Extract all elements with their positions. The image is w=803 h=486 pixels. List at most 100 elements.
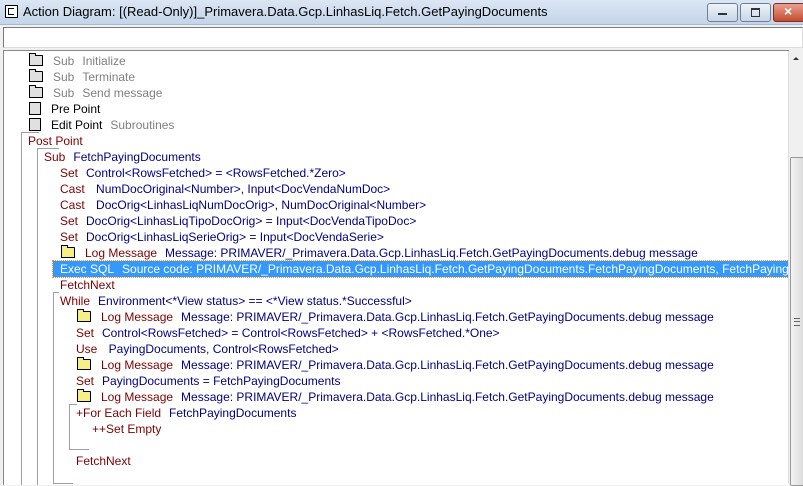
statement-keyword: Set — [60, 230, 79, 244]
tree-row[interactable]: Log Message Message: PRIMAVER/_Primavera.… — [77, 389, 714, 405]
statement-keyword: Sub — [53, 54, 75, 68]
statement-arguments: Subroutines — [110, 118, 175, 132]
grip-icon — [794, 318, 800, 326]
tree-line — [53, 292, 59, 293]
statement-keyword: Set — [76, 374, 95, 388]
statement-arguments: Message: PRIMAVER/_Primavera.Data.Gcp.Li… — [165, 246, 698, 260]
statement-arguments: DocOrig<LinhasLiqSerieOrig> = Input<DocV… — [86, 230, 384, 244]
statement-arguments: Message: PRIMAVER/_Primavera.Data.Gcp.Li… — [181, 390, 714, 404]
folder-icon — [29, 53, 43, 66]
statement-arguments: Message: PRIMAVER/_Primavera.Data.Gcp.Li… — [181, 358, 714, 372]
statement-keyword: Set — [60, 166, 79, 180]
tree-row[interactable]: +For Each Field FetchPayingDocuments — [76, 405, 296, 421]
statement-keyword: Cast — [60, 182, 85, 196]
folder-icon — [29, 85, 43, 98]
statement-keyword: Set — [76, 326, 95, 340]
page-icon — [29, 102, 41, 115]
tree-row[interactable]: FetchNext — [60, 277, 115, 293]
statement-arguments: NumDocOriginal<Number>, Input<DocVendaNu… — [92, 182, 391, 196]
statement-keyword: Set — [60, 214, 79, 228]
tree-row[interactable]: Post Point — [28, 133, 83, 149]
tree-row[interactable]: Log Message Message: PRIMAVER/_Primavera.… — [61, 245, 698, 261]
tree-line — [37, 148, 38, 485]
folder-icon — [77, 309, 91, 322]
statement-keyword: Sub — [44, 150, 66, 164]
statement-arguments: Message: PRIMAVER/_Primavera.Data.Gcp.Li… — [181, 310, 714, 324]
tree-row[interactable]: Set PayingDocuments = FetchPayingDocument… — [76, 373, 340, 389]
statement-arguments: DocOrig<LinhasLiqNumDocOrig>, NumDocOrig… — [92, 198, 427, 212]
tree-row[interactable]: Set DocOrig<LinhasLiqSerieOrig> = Input<D… — [60, 229, 384, 245]
command-input[interactable] — [3, 27, 803, 48]
minimize-icon — [718, 13, 727, 15]
scrollbar-thumb[interactable] — [790, 157, 803, 486]
close-button[interactable]: × — [773, 3, 803, 22]
statement-keyword: Log Message — [101, 358, 174, 372]
statement-arguments: DocOrig<LinhasLiqTipoDocOrig> = Input<Do… — [86, 214, 417, 228]
page-icon — [29, 118, 41, 131]
maximize-icon — [751, 8, 760, 17]
folder-icon — [29, 69, 43, 82]
statement-arguments: Environment<*View status> == <*View stat… — [98, 294, 412, 308]
tree-row[interactable]: Set Control<RowsFetched> = <RowsFetched.*… — [60, 165, 346, 181]
statement-arguments: Control<RowsFetched> = Control<RowsFetch… — [102, 326, 500, 340]
app-icon[interactable] — [5, 5, 18, 18]
statement-keyword: Cast — [60, 198, 85, 212]
tree-row[interactable]: Sub Terminate — [29, 69, 135, 85]
tree-row[interactable]: FetchNext — [76, 453, 131, 469]
vertical-scrollbar[interactable] — [788, 51, 803, 486]
statement-keyword: Pre Point — [51, 102, 101, 116]
tree-row[interactable]: Cast NumDocOriginal<Number>, Input<DocVe… — [60, 181, 390, 197]
statement-arguments: Send message — [82, 86, 163, 100]
statement-keyword: ++Set Empty — [92, 422, 162, 436]
statement-keyword: Sub — [53, 86, 75, 100]
statement-keyword: While — [60, 294, 91, 308]
folder-icon — [77, 389, 91, 402]
statement-arguments: PayingDocuments, Control<RowsFetched> — [105, 342, 339, 356]
folder-icon — [61, 245, 75, 258]
tree-row[interactable]: Sub Send message — [29, 85, 162, 101]
tree-row[interactable]: Log Message Message: PRIMAVER/_Primavera.… — [77, 357, 714, 373]
tree-row[interactable]: Cast DocOrig<LinhasLiqNumDocOrig>, NumDo… — [60, 197, 426, 213]
title-bar: Action Diagram: [(Read-Only)]_Primavera.… — [0, 0, 803, 25]
tree-row[interactable]: Edit Point Subroutines — [29, 117, 174, 133]
statement-arguments: PayingDocuments = FetchPayingDocuments — [102, 374, 341, 388]
tree-line — [21, 132, 22, 485]
statement-keyword: FetchNext — [76, 454, 131, 468]
statement-arguments: FetchPayingDocuments — [73, 150, 201, 164]
folder-icon — [77, 357, 91, 370]
statement-keyword: Log Message — [101, 310, 174, 324]
tree-row[interactable]: Sub Initialize — [29, 53, 126, 69]
scroll-up-arrow-icon[interactable] — [793, 57, 799, 60]
statement-keyword: FetchNext — [60, 278, 115, 292]
close-icon: × — [784, 3, 793, 19]
maximize-button[interactable] — [740, 3, 771, 22]
tree-line — [53, 292, 54, 484]
tree-line — [69, 449, 89, 450]
statement-keyword: Log Message — [101, 390, 174, 404]
tree-row[interactable]: Sub FetchPayingDocuments — [44, 149, 201, 165]
statement-keyword: Sub — [53, 70, 75, 84]
statement-keyword: Post Point — [28, 134, 83, 148]
tree-row[interactable]: While Environment<*View status> == <*View… — [60, 293, 412, 309]
tree-row[interactable]: Set DocOrig<LinhasLiqTipoDocOrig> = Input… — [60, 213, 416, 229]
statement-arguments: Control<RowsFetched> = <RowsFetched.*Zer… — [86, 166, 346, 180]
statement-arguments: Initialize — [82, 54, 126, 68]
statement-keyword: Exec SQL — [60, 262, 115, 276]
statement-keyword: Log Message — [85, 246, 158, 260]
tree-line — [69, 404, 70, 449]
tree-row[interactable]: Log Message Message: PRIMAVER/_Primavera.… — [77, 309, 714, 325]
statement-keyword: +For Each Field — [76, 406, 162, 420]
tree-row[interactable]: Pre Point — [29, 101, 100, 117]
tree-row[interactable]: Set Control<RowsFetched> = Control<RowsFe… — [76, 325, 500, 341]
statement-arguments: Terminate — [82, 70, 136, 84]
tree-row[interactable]: ++Set Empty — [92, 421, 161, 437]
action-diagram-tree[interactable]: Sub Initialize Sub Terminate Sub Send message… — [3, 50, 789, 485]
tree-row[interactable]: Exec SQL Source code: PRIMAVER/_Primavera… — [51, 260, 789, 278]
statement-keyword: Use — [76, 342, 98, 356]
tree-row[interactable]: Use PayingDocuments, Control<RowsFetched… — [76, 341, 339, 357]
minimize-button[interactable] — [707, 3, 738, 22]
statement-arguments: FetchPayingDocuments — [169, 406, 297, 420]
statement-keyword: Edit Point — [51, 118, 103, 132]
statement-arguments: Source code: PRIMAVER/_Primavera.Data.Gc… — [122, 262, 789, 276]
window-title: Action Diagram: [(Read-Only)]_Primavera.… — [23, 4, 548, 19]
